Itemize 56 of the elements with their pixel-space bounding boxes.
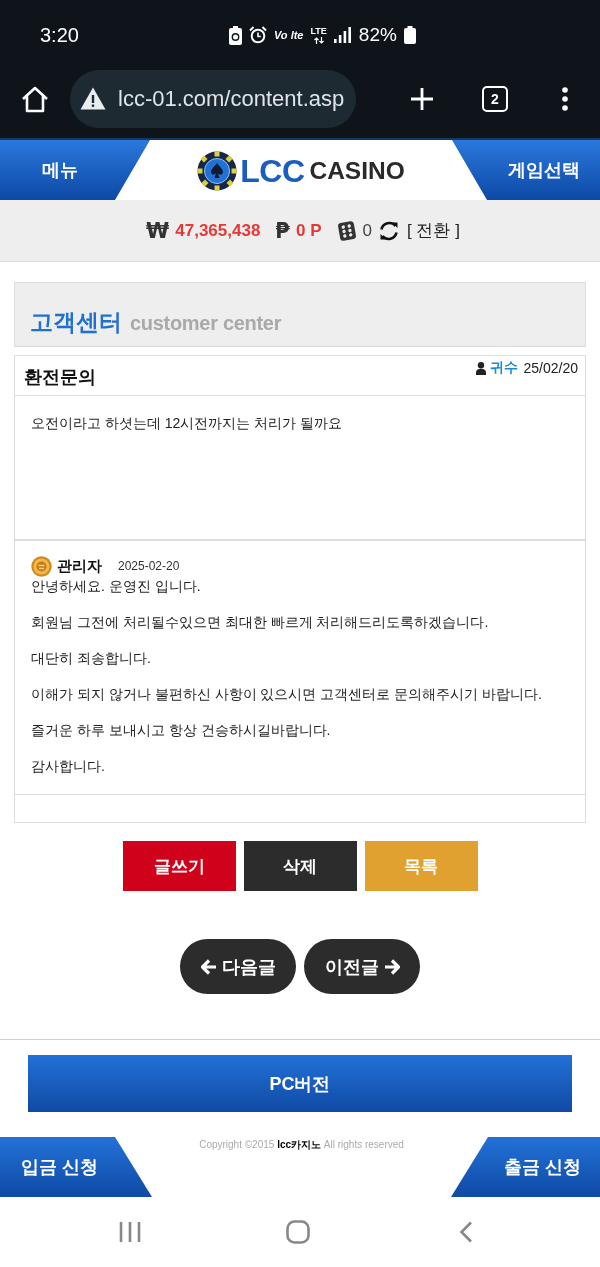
withdraw-button[interactable]: 출금 신청 [451,1137,600,1197]
post-body: 오전이라고 하셧는데 12시전까지는 처리가 될까요 [31,414,343,433]
page-title: 고객센터 [30,308,122,337]
warning-icon [80,87,106,110]
logo-text: LCC [240,152,305,190]
address-bar[interactable]: lcc-01.com/content.asp [70,69,357,128]
copyright-text: Copyright ©2015 lcc카지노 All rights reserved [199,1138,404,1152]
refresh-icon [378,219,400,242]
plus-icon[interactable] [410,86,434,111]
user-icon [475,361,486,375]
clock-time: 3:20 [40,23,79,47]
dice-icon [336,219,357,242]
deposit-button[interactable]: 입금 신청 [0,1137,152,1197]
pager-button[interactable]: 다음글 [180,939,296,994]
game-select-button[interactable]: 게임선택 [452,140,600,200]
post-date: 25/02/20 [523,360,578,376]
post-author: 귀수 [489,359,518,377]
reply-author: 관리자 [57,557,102,576]
battery-percent: 82% [358,24,397,46]
arrow-left-icon [200,958,217,975]
post-title: 환전문의 [24,365,96,389]
more-menu-icon[interactable] [562,86,568,111]
convert-link[interactable]: [ 전환 ] [407,219,460,242]
poker-chip-icon [197,151,238,191]
battery-saver-icon [228,25,242,45]
reply-paragraph: 대단히 죄송합니다. [31,649,151,668]
alarm-icon [248,26,267,44]
back-icon[interactable] [459,1221,473,1243]
network-type-text: LTE [310,26,327,36]
page-subtitle: customer center [130,312,282,335]
signal-icon [333,27,351,43]
pc-version-button[interactable]: PC버전 [28,1055,572,1112]
pager-button[interactable]: 이전글 [304,939,420,994]
battery-icon [403,26,416,44]
point-balance: 0 P [296,220,322,241]
reply-paragraph: 안녕하세요. 운영진 입니다. [31,577,201,596]
reply-paragraph: 감사합니다. [31,757,105,776]
currency-symbol: ₩ [146,218,170,243]
reply-paragraph: 이해가 되지 않거나 불편하신 사항이 있으시면 고객센터로 문의해주시기 바랍니다. [31,685,542,704]
menu-button[interactable]: 메뉴 [0,140,150,200]
arrow-right-icon [383,958,400,975]
reply-paragraph: 회원님 그전에 처리될수있으면 최대한 빠르게 처리해드리도록하겠습니다. [31,613,489,632]
tab-count-button[interactable]: 2 [482,85,508,112]
logo-subtext: CASINO [309,157,405,185]
chip-count: 0 [362,220,372,241]
url-text: lcc-01.com/content.asp [118,85,345,112]
recent-apps-icon[interactable] [119,1221,141,1243]
data-arrows-icon [313,36,324,44]
delete-button[interactable]: 삭제 [243,841,357,891]
emblem-icon [31,555,52,577]
money-balance: 47,365,438 [175,220,261,241]
reply-paragraph: 즐거운 하루 보내시고 항상 건승하시길바랍니다. [31,721,331,740]
point-symbol: ₱ [275,218,290,243]
write-button[interactable]: 글쓰기 [122,841,236,891]
volte-indicator: Vo lte [273,29,304,41]
reply-date: 2025-02-20 [118,558,180,575]
